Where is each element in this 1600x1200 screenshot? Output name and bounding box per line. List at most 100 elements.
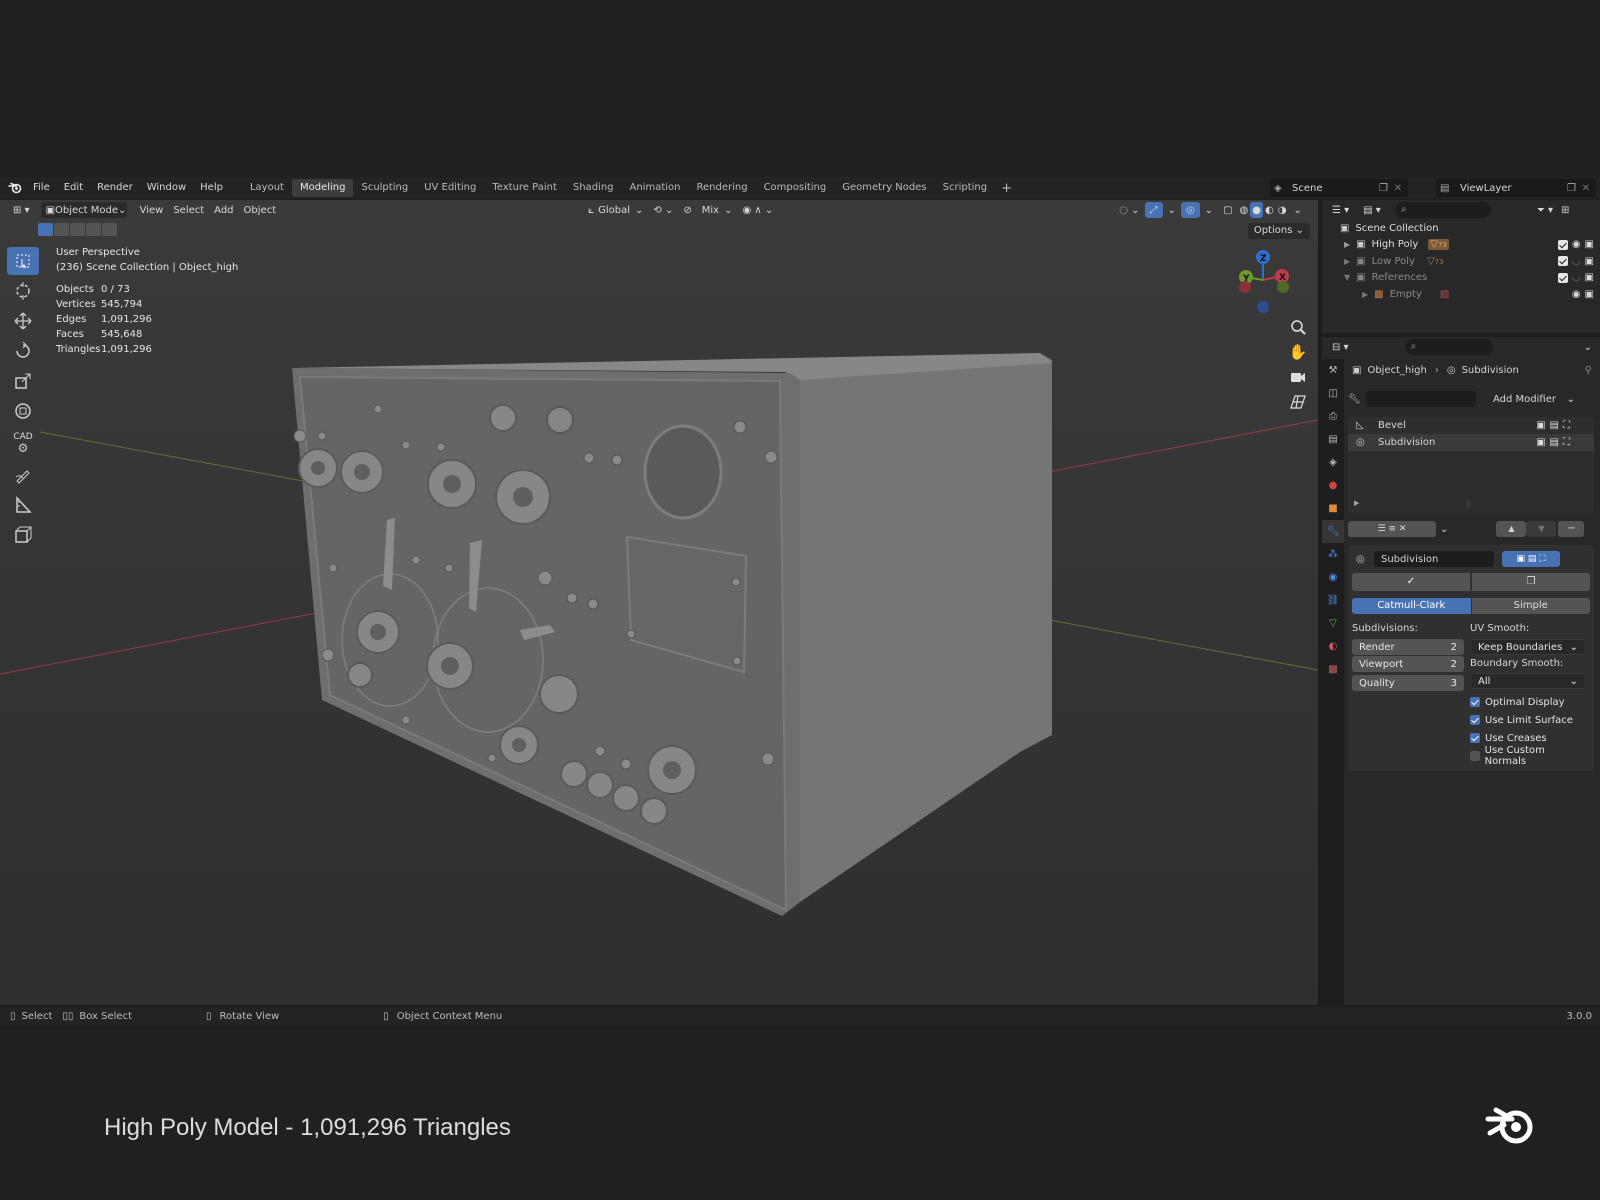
- close-icon[interactable]: ✕: [1394, 183, 1402, 194]
- select-box-icon[interactable]: [7, 247, 39, 275]
- tab-texture-paint[interactable]: Texture Paint: [484, 179, 565, 197]
- snap-icon[interactable]: ⊘: [678, 202, 696, 218]
- output-tab-icon[interactable]: ⎙: [1322, 405, 1344, 428]
- tab-scripting[interactable]: Scripting: [935, 179, 995, 197]
- options-dropdown[interactable]: Options ⌄: [1247, 223, 1310, 239]
- proportional-edit-icon[interactable]: ◉ ∧ ⌄: [737, 202, 778, 218]
- close-icon[interactable]: ✕: [1582, 183, 1590, 194]
- tab-rendering[interactable]: Rendering: [688, 179, 755, 197]
- menu-add[interactable]: Add: [209, 202, 238, 218]
- pin-icon[interactable]: ⚲: [1585, 365, 1592, 376]
- blender-logo-icon[interactable]: [4, 177, 26, 199]
- mode-dropdown[interactable]: ▣ Object Mode ⌄: [40, 202, 127, 218]
- render-levels-field[interactable]: Render 2: [1352, 639, 1464, 655]
- zoom-icon[interactable]: [1288, 317, 1308, 337]
- tab-uv-editing[interactable]: UV Editing: [416, 179, 484, 197]
- exclude-checkbox[interactable]: [1557, 239, 1568, 250]
- outliner-row-high-poly[interactable]: ▶ ▣ High Poly ▽73 ◉ ▣: [1322, 237, 1600, 254]
- add-modifier-dropdown[interactable]: Add Modifier ⌄: [1486, 391, 1582, 407]
- overlay-toggle-icon[interactable]: ◎: [1180, 202, 1200, 218]
- grid-icon[interactable]: [1288, 392, 1308, 412]
- texture-tab-icon[interactable]: ▩: [1322, 658, 1344, 681]
- uv-smooth-dropdown[interactable]: Keep Boundaries ⌄: [1470, 639, 1586, 655]
- exclude-checkbox[interactable]: [1557, 256, 1568, 267]
- eye-closed-icon[interactable]: ◡: [1572, 272, 1581, 283]
- tab-sculpting[interactable]: Sculpting: [353, 179, 416, 197]
- modifier-name-input[interactable]: Subdivision: [1374, 551, 1494, 567]
- orientation-dropdown[interactable]: ⟀ Global ⌄: [583, 202, 648, 218]
- chevron-down-icon[interactable]: ⌄: [1440, 524, 1448, 535]
- remove-modifier-button[interactable]: −: [1558, 521, 1585, 537]
- select-new-icon[interactable]: [38, 223, 53, 236]
- outliner-row-empty[interactable]: ▶ ▩ Empty ▨ ◉ ▣: [1322, 286, 1600, 303]
- stack-filter-buttons[interactable]: ☰ ≡ ✕: [1348, 521, 1436, 537]
- menu-file[interactable]: File: [26, 177, 57, 199]
- annotate-icon[interactable]: [7, 461, 39, 489]
- material-tab-icon[interactable]: ◐: [1322, 635, 1344, 658]
- measure-icon[interactable]: [7, 491, 39, 519]
- modifier-visibility-icons[interactable]: ▣▤⛶: [1536, 420, 1574, 431]
- view-layer-tab-icon[interactable]: ▤: [1322, 428, 1344, 451]
- chevron-down-icon[interactable]: ⌄: [1200, 202, 1218, 218]
- physics-tab-icon[interactable]: ◉: [1322, 566, 1344, 589]
- transform-icon[interactable]: [7, 397, 39, 425]
- visibility-icon[interactable]: ◌ ⌄: [1114, 202, 1144, 218]
- duplicate-icon[interactable]: ❐: [1379, 183, 1388, 194]
- modifier-tab-icon[interactable]: 🔧︎: [1322, 520, 1344, 543]
- checkbox-checked[interactable]: [1470, 733, 1480, 743]
- move-up-button[interactable]: ▲: [1496, 521, 1527, 537]
- particles-tab-icon[interactable]: ⁂: [1322, 543, 1344, 566]
- new-collection-icon[interactable]: ⊞: [1561, 205, 1569, 216]
- select-subtract-icon[interactable]: [70, 223, 85, 236]
- exclude-checkbox[interactable]: [1557, 272, 1568, 283]
- select-intersect-icon[interactable]: [102, 223, 117, 236]
- move-icon[interactable]: [7, 307, 39, 335]
- shading-material-icon[interactable]: ◐: [1263, 202, 1276, 218]
- view-layer-selector[interactable]: ▤ ViewLayer ❐ ✕: [1436, 179, 1596, 197]
- modifier-visibility-icons[interactable]: ▣▤⛶: [1536, 437, 1574, 448]
- catmull-clark-option[interactable]: Catmull-Clark: [1352, 598, 1471, 614]
- tab-shading[interactable]: Shading: [565, 179, 622, 197]
- boundary-smooth-dropdown[interactable]: All ⌄: [1470, 673, 1586, 689]
- scene-selector[interactable]: ◈ Scene ❐ ✕: [1270, 179, 1408, 197]
- select-extend-icon[interactable]: [54, 223, 69, 236]
- add-workspace-icon[interactable]: +: [995, 181, 1018, 196]
- tab-geometry-nodes[interactable]: Geometry Nodes: [834, 179, 934, 197]
- expand-arrow-icon[interactable]: ▶: [1344, 257, 1350, 266]
- apply-button[interactable]: ✓: [1352, 573, 1470, 591]
- checkbox-checked[interactable]: [1470, 715, 1480, 725]
- use-custom-normals-checkbox[interactable]: Use Custom Normals: [1470, 745, 1586, 767]
- snap-mode-dropdown[interactable]: Mix ⌄: [697, 202, 738, 218]
- shading-wireframe-icon[interactable]: ◍: [1238, 202, 1251, 218]
- copy-modifier-button[interactable]: ❐: [1472, 573, 1590, 591]
- object-tab-icon[interactable]: ■: [1322, 497, 1344, 520]
- outliner-search-input[interactable]: ⌕: [1394, 202, 1491, 218]
- modifier-stack-item-bevel[interactable]: ◺ Bevel ▣▤⛶: [1348, 417, 1594, 434]
- menu-edit[interactable]: Edit: [57, 177, 90, 199]
- eye-icon[interactable]: ◉: [1572, 289, 1581, 300]
- menu-window[interactable]: Window: [140, 177, 193, 199]
- camera-icon[interactable]: ▣: [1585, 289, 1594, 300]
- add-cube-icon[interactable]: [7, 521, 39, 549]
- duplicate-icon[interactable]: ❐: [1567, 183, 1576, 194]
- tab-animation[interactable]: Animation: [622, 179, 689, 197]
- collapse-arrow-icon[interactable]: ▼: [1344, 273, 1350, 282]
- tab-compositing[interactable]: Compositing: [756, 179, 835, 197]
- modifier-display-toggles[interactable]: ▣ ▤ ⛶: [1502, 551, 1560, 567]
- scale-icon[interactable]: [7, 367, 39, 395]
- checkbox-checked[interactable]: [1470, 697, 1480, 707]
- shading-rendered-icon[interactable]: ◑: [1276, 202, 1289, 218]
- camera-icon[interactable]: [1288, 367, 1308, 387]
- filter-icon[interactable]: ⏷ ▾: [1537, 205, 1553, 216]
- display-mode-icon[interactable]: ▤ ▾: [1363, 205, 1381, 216]
- cursor-icon[interactable]: [7, 277, 39, 305]
- camera-icon[interactable]: ▣: [1585, 272, 1594, 283]
- move-down-button[interactable]: ▼: [1526, 521, 1557, 537]
- constraints-tab-icon[interactable]: ⛓: [1322, 589, 1344, 612]
- camera-icon[interactable]: ▣: [1585, 239, 1594, 250]
- tool-tab-icon[interactable]: ⚒: [1322, 359, 1344, 382]
- outliner-row-low-poly[interactable]: ▶ ▣ Low Poly ▽73 ◡ ▣: [1322, 253, 1600, 270]
- expand-arrow-icon[interactable]: ▶: [1362, 290, 1368, 299]
- menu-render[interactable]: Render: [90, 177, 140, 199]
- quality-field[interactable]: Quality 3: [1352, 675, 1464, 691]
